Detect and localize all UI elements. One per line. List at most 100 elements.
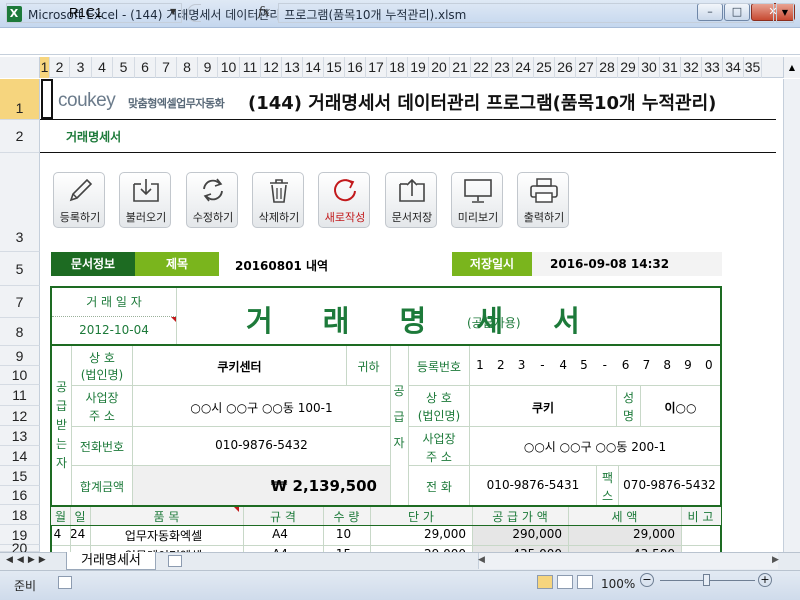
column-header[interactable]: 18 — [387, 57, 408, 78]
column-header[interactable]: 16 — [345, 57, 366, 78]
row-header[interactable]: 16 — [0, 486, 40, 505]
row-header[interactable]: 3 — [0, 153, 40, 252]
row-header[interactable]: 10 — [0, 366, 40, 385]
column-header[interactable]: 31 — [660, 57, 681, 78]
column-header[interactable]: 10 — [218, 57, 240, 78]
column-header[interactable]: 3 — [70, 57, 92, 78]
row-header[interactable]: 8 — [0, 318, 40, 346]
register-button[interactable]: 등록하기 — [53, 172, 105, 228]
new-document-button[interactable]: 새로작성 — [318, 172, 370, 228]
zoom-in-icon[interactable]: + — [758, 573, 772, 587]
row-header[interactable]: 14 — [0, 446, 40, 466]
chevron-down-icon[interactable]: ▼ — [170, 7, 176, 16]
row-header[interactable]: 12 — [0, 406, 40, 426]
tab-transaction-statement[interactable]: 거래명세서 — [66, 552, 156, 570]
item-cell-tax[interactable]: 29,000 — [568, 527, 675, 541]
supplier-phone[interactable]: 010-9876-5431 — [470, 478, 596, 492]
column-header[interactable]: 2 — [50, 57, 70, 78]
row-header[interactable]: 15 — [0, 466, 40, 486]
preview-button[interactable]: 미리보기 — [451, 172, 503, 228]
save-document-button[interactable]: 문서저장 — [385, 172, 437, 228]
item-cell-supply[interactable]: 290,000 — [472, 527, 562, 541]
item-cell-name[interactable]: 업무자동화엑셀 — [90, 527, 237, 544]
item-cell-unit[interactable]: 29,000 — [370, 527, 466, 541]
scroll-left-icon[interactable]: ◀ — [478, 555, 485, 565]
zoom-level[interactable]: 100% — [601, 577, 635, 591]
column-header[interactable]: 35 — [744, 57, 762, 78]
active-cell[interactable] — [41, 79, 53, 119]
split-box-icon[interactable]: ▲ — [783, 57, 800, 78]
column-header[interactable]: 20 — [429, 57, 450, 78]
name-box[interactable]: R1C1 — [6, 3, 182, 23]
insert-function-icon[interactable]: fx — [258, 5, 270, 20]
column-header[interactable]: 28 — [597, 57, 618, 78]
zoom-out-icon[interactable]: − — [640, 573, 654, 587]
row-header[interactable]: 9 — [0, 346, 40, 366]
item-cell-spec[interactable]: A4 — [243, 527, 317, 541]
representative-name[interactable]: 이○○ — [641, 399, 720, 416]
row-header[interactable]: 13 — [0, 426, 40, 446]
receiver-address[interactable]: ○○시 ○○구 ○○동 100-1 — [133, 399, 390, 416]
column-header[interactable]: 1 — [40, 57, 50, 78]
row-header[interactable]: 11 — [0, 385, 40, 406]
scroll-right-icon[interactable]: ▶ — [772, 555, 779, 565]
column-header[interactable]: 17 — [366, 57, 387, 78]
supplier-name[interactable]: 쿠키 — [470, 399, 616, 416]
delete-button[interactable]: 삭제하기 — [252, 172, 304, 228]
supplier-fax[interactable]: 070-9876-5432 — [619, 478, 720, 492]
tab-scroll-arrows[interactable]: ◀◀▶▶ — [6, 555, 50, 565]
edit-button[interactable]: 수정하기 — [186, 172, 238, 228]
column-header[interactable]: 27 — [576, 57, 597, 78]
column-header[interactable]: 9 — [198, 57, 218, 78]
item-cell-month[interactable]: 4 — [51, 527, 64, 541]
column-header[interactable]: 24 — [513, 57, 534, 78]
column-header[interactable]: 13 — [282, 57, 303, 78]
column-header[interactable]: 21 — [450, 57, 471, 78]
column-header[interactable]: 4 — [92, 57, 113, 78]
column-header[interactable]: 26 — [555, 57, 576, 78]
saved-at-value[interactable]: 2016-09-08 14:32 — [532, 252, 722, 276]
supplier-address[interactable]: ○○시 ○○구 ○○동 200-1 — [470, 438, 720, 455]
column-header[interactable]: 14 — [303, 57, 324, 78]
column-header[interactable]: 6 — [135, 57, 156, 78]
load-button[interactable]: 불러오기 — [119, 172, 171, 228]
insert-sheet-icon[interactable] — [168, 555, 182, 567]
column-header[interactable]: 8 — [177, 57, 198, 78]
column-header[interactable]: 32 — [681, 57, 702, 78]
column-header[interactable]: 5 — [113, 57, 135, 78]
row-header[interactable]: 1 — [0, 79, 40, 120]
vertical-scrollbar[interactable] — [783, 79, 800, 552]
page-layout-view-icon[interactable] — [557, 575, 573, 589]
total-amount-value[interactable]: ₩ 2,139,500 — [133, 477, 377, 495]
receiver-phone[interactable]: 010-9876-5432 — [133, 438, 390, 452]
column-header[interactable]: 33 — [702, 57, 723, 78]
zoom-slider-thumb[interactable] — [703, 574, 710, 586]
normal-view-icon[interactable] — [537, 575, 553, 589]
select-all-corner[interactable] — [0, 57, 40, 78]
trade-date-value[interactable]: 2012-10-04 — [52, 323, 176, 337]
column-header[interactable]: 11 — [240, 57, 261, 78]
column-header[interactable]: 25 — [534, 57, 555, 78]
row-header[interactable]: 2 — [0, 120, 40, 153]
receiver-name[interactable]: 쿠키센터 — [133, 358, 346, 375]
expand-formula-bar-icon[interactable]: ▼ — [776, 3, 794, 23]
macro-record-icon[interactable] — [58, 576, 72, 589]
row-header[interactable]: 7 — [0, 286, 40, 318]
doc-title-value[interactable]: 20160801 내역 — [235, 257, 328, 274]
horizontal-scrollbar[interactable] — [478, 553, 778, 569]
column-header[interactable]: 12 — [261, 57, 282, 78]
column-header[interactable]: 15 — [324, 57, 345, 78]
column-header[interactable]: 30 — [639, 57, 660, 78]
column-header[interactable]: 34 — [723, 57, 744, 78]
column-header[interactable]: 7 — [156, 57, 177, 78]
column-header[interactable]: 23 — [492, 57, 513, 78]
page-break-view-icon[interactable] — [577, 575, 593, 589]
item-cell-qty[interactable]: 10 — [323, 527, 364, 541]
item-cell-day[interactable]: 24 — [70, 527, 85, 541]
column-header[interactable]: 19 — [408, 57, 429, 78]
row-header[interactable]: 18 — [0, 505, 40, 525]
print-button[interactable]: 출력하기 — [517, 172, 569, 228]
column-header[interactable]: 22 — [471, 57, 492, 78]
column-header[interactable]: 29 — [618, 57, 639, 78]
row-header[interactable]: 5 — [0, 252, 40, 286]
